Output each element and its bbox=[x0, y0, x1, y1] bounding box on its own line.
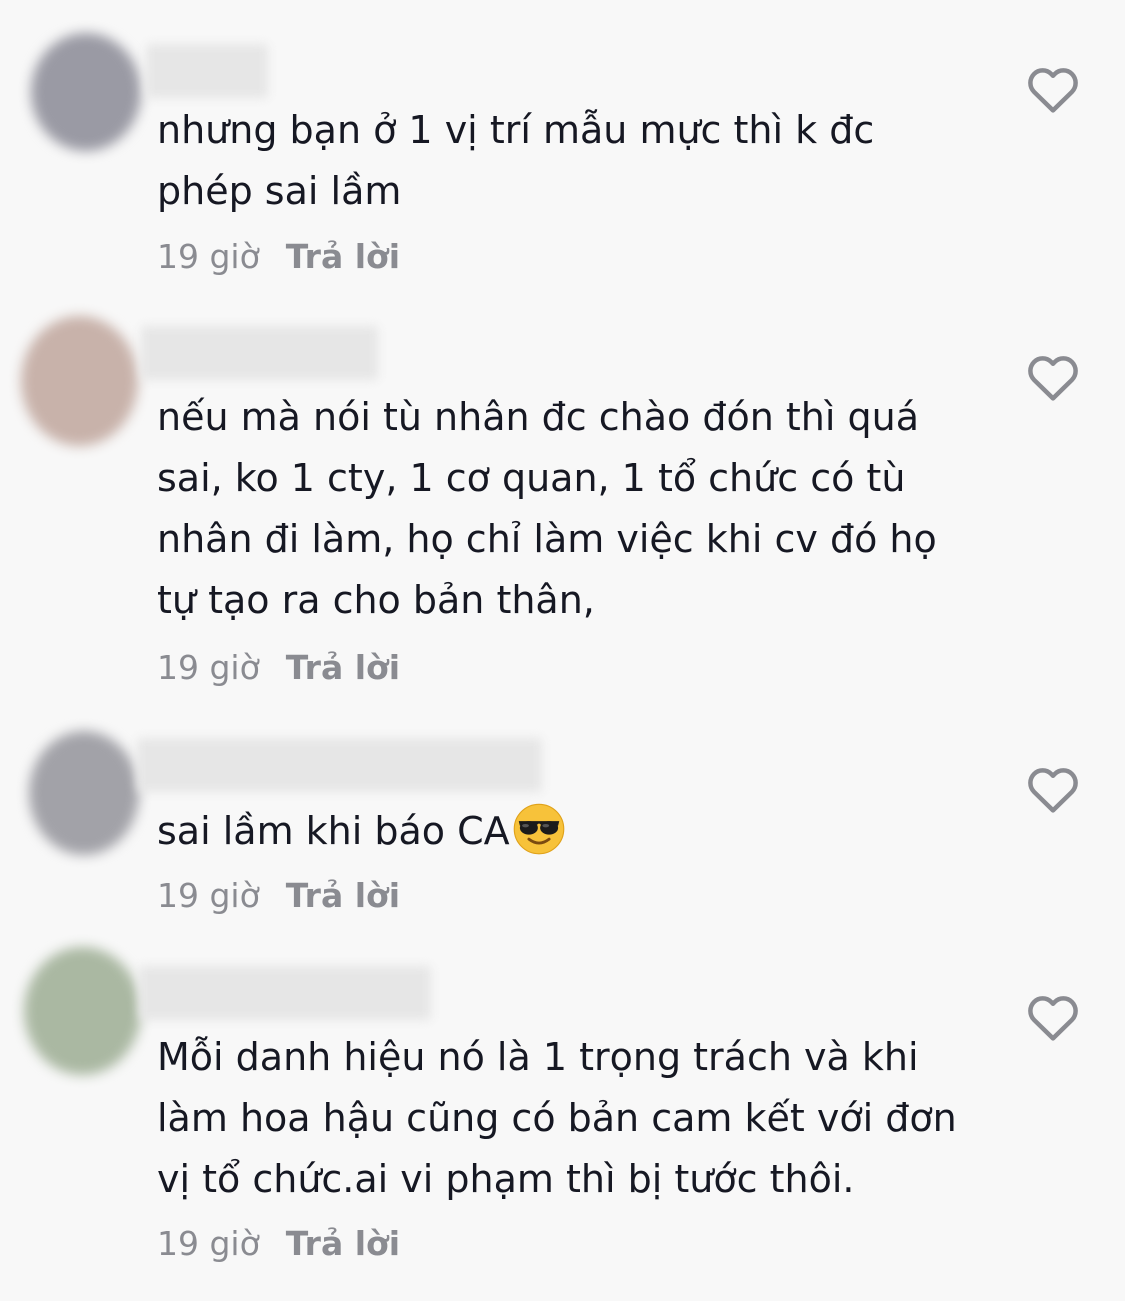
sunglasses-emoji-icon bbox=[513, 803, 564, 855]
comment-text: Mỗi danh hiệu nó là 1 trọng trách và khi… bbox=[157, 1035, 957, 1201]
comment-meta: 19 giờ Trả lời bbox=[157, 876, 400, 916]
heart-outline-icon[interactable] bbox=[1026, 992, 1080, 1042]
heart-outline-icon[interactable] bbox=[1026, 64, 1080, 114]
reply-button[interactable]: Trả lời bbox=[286, 876, 400, 915]
username-redacted[interactable] bbox=[141, 326, 378, 380]
reply-button[interactable]: Trả lời bbox=[286, 648, 400, 687]
username-redacted[interactable] bbox=[137, 738, 542, 792]
avatar[interactable] bbox=[29, 731, 139, 855]
comment-text-content: sai lầm khi báo CA bbox=[157, 809, 510, 853]
comment-text: nếu mà nói tù nhân đc chào đón thì quá s… bbox=[157, 395, 937, 622]
username-redacted[interactable] bbox=[146, 44, 268, 98]
comment-time: 19 giờ bbox=[157, 648, 260, 687]
username-redacted[interactable] bbox=[139, 966, 431, 1020]
avatar[interactable] bbox=[24, 947, 141, 1075]
comment-time: 19 giờ bbox=[157, 237, 260, 276]
comment-text: nhưng bạn ở 1 vị trí mẫu mực thì k đc ph… bbox=[157, 108, 875, 213]
reply-button[interactable]: Trả lời bbox=[286, 237, 400, 276]
comment-meta: 19 giờ Trả lời bbox=[157, 648, 400, 688]
comment-meta: 19 giờ Trả lời bbox=[157, 237, 400, 277]
avatar[interactable] bbox=[21, 316, 138, 446]
comment-text: sai lầm khi báo CA bbox=[157, 801, 1017, 862]
comment-meta: 19 giờ Trả lời bbox=[157, 1224, 400, 1264]
reply-button[interactable]: Trả lời bbox=[286, 1224, 400, 1263]
comment-time: 19 giờ bbox=[157, 1224, 260, 1263]
comment-time: 19 giờ bbox=[157, 876, 260, 915]
avatar[interactable] bbox=[31, 33, 141, 151]
heart-outline-icon[interactable] bbox=[1026, 352, 1080, 402]
heart-outline-icon[interactable] bbox=[1026, 764, 1080, 814]
